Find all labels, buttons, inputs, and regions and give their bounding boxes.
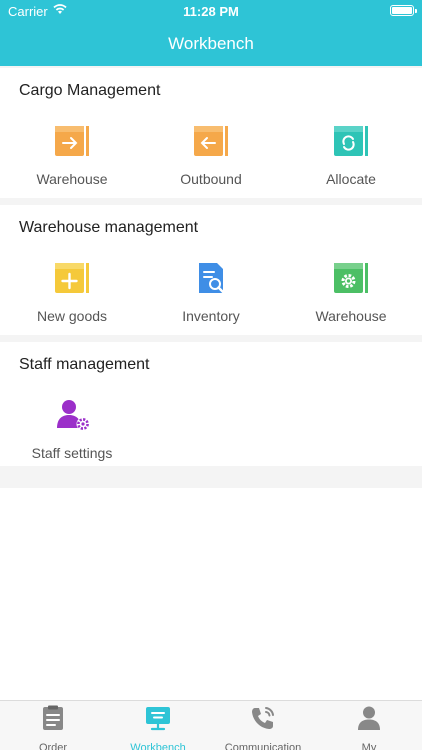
staff-settings-icon — [57, 400, 90, 431]
section-title: Warehouse management — [19, 219, 199, 236]
tab-label: Order — [38, 742, 68, 750]
staff-settings-button[interactable]: Staff settings — [2, 398, 142, 461]
order-icon — [43, 705, 63, 730]
item-label: Allocate — [326, 171, 376, 187]
warehouse-in-button[interactable]: Warehouse — [2, 124, 142, 187]
new-goods-button[interactable]: New goods — [2, 261, 142, 324]
item-label: Warehouse — [36, 171, 108, 187]
tab-communication[interactable]: Communication — [210, 705, 316, 750]
item-label: Staff settings — [31, 445, 113, 461]
empty-area — [0, 488, 422, 700]
status-bar: Carrier 11:28 PM — [0, 0, 422, 22]
page-title: Workbench — [168, 34, 254, 53]
section-cargo-management: Cargo Management Warehouse Outbound Allo… — [0, 68, 422, 198]
section-title: Cargo Management — [19, 82, 161, 99]
tab-label: My — [361, 742, 377, 750]
section-warehouse-management: Warehouse management New goods Inventory… — [0, 205, 422, 335]
item-label: Outbound — [180, 171, 242, 187]
tab-workbench[interactable]: Workbench — [105, 705, 211, 750]
outbound-button[interactable]: Outbound — [141, 124, 281, 187]
item-label: Warehouse — [315, 308, 387, 324]
phone-icon — [252, 707, 274, 729]
workbench-icon — [146, 707, 170, 731]
new-goods-icon — [55, 263, 89, 293]
tab-label: Workbench — [130, 742, 186, 750]
tab-order[interactable]: Order — [0, 705, 106, 750]
tab-label: Communication — [224, 742, 302, 750]
battery-icon — [390, 5, 417, 16]
item-label: New goods — [36, 308, 108, 324]
section-title: Staff management — [19, 356, 150, 373]
top-bar: Carrier 11:28 PM Workbench — [0, 0, 422, 66]
allocate-icon — [334, 126, 368, 156]
tab-my[interactable]: My — [316, 705, 422, 750]
person-icon — [358, 706, 380, 730]
inventory-icon — [199, 263, 225, 294]
allocate-button[interactable]: Allocate — [281, 124, 421, 187]
warehouse-in-icon — [55, 126, 89, 156]
tab-bar: Order Workbench Communication My — [0, 700, 422, 750]
item-label: Inventory — [182, 308, 240, 324]
warehouse-settings-icon — [334, 263, 368, 293]
inventory-button[interactable]: Inventory — [141, 261, 281, 324]
warehouse-settings-button[interactable]: Warehouse — [281, 261, 421, 324]
section-staff-management: Staff management Staff settings — [0, 342, 422, 466]
status-time: 11:28 PM — [183, 4, 239, 19]
outbound-icon — [194, 126, 228, 156]
